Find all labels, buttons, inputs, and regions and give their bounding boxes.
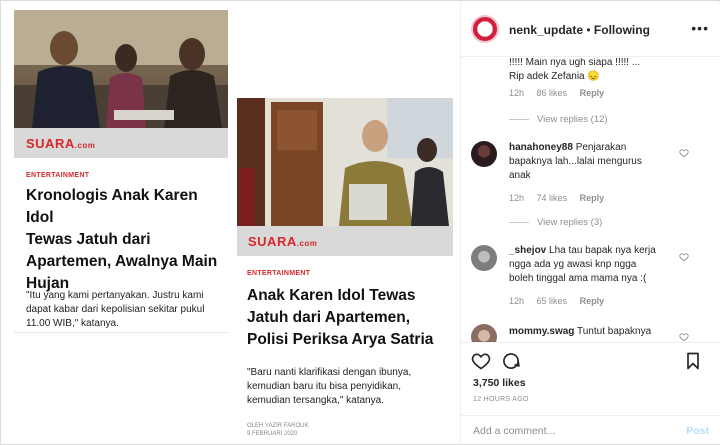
heart-icon[interactable] [679, 148, 689, 158]
commenter-username[interactable]: hanahoney88 [509, 142, 573, 153]
comment-text: hanahoney88 Penjarakan bapaknya lah...la… [509, 141, 689, 183]
comment-line: anak [509, 170, 531, 181]
comment-text: mommy.swag Tuntut bapaknya [509, 325, 689, 339]
post-image[interactable]: SUARA.com ENTERTAINMENT Kronologis Anak … [2, 2, 459, 444]
post-timestamp[interactable]: 12 HOURS AGO [473, 396, 529, 403]
likes-count[interactable]: 3,750 likes [473, 377, 526, 389]
quote-line: kemudian tersangka," katanya. [247, 395, 384, 406]
separator-dot: • [586, 23, 591, 37]
post-actions: 3,750 likes 12 HOURS AGO [461, 342, 720, 412]
comment-likes[interactable]: 86 likes [537, 88, 568, 98]
quote-line: dapat kabar dari kepolisian sekitar puku… [26, 304, 205, 315]
view-replies-button[interactable]: View replies (12) [509, 114, 608, 125]
username-link[interactable]: nenk_update [509, 23, 583, 37]
headline-line: Anak Karen Idol Tewas [247, 287, 416, 304]
article-byline: OLEH YAZIR FAROUK 9 FEBRUARI 2020 [247, 422, 308, 438]
article-divider-1 [14, 332, 228, 333]
byline-date: 9 FEBRUARI 2020 [247, 431, 298, 437]
police-station-photo [237, 98, 453, 226]
view-replies-line [509, 118, 529, 120]
view-replies-label: View replies (12) [537, 114, 608, 125]
comment-line: bapaknya lah...lalai mengurus [509, 156, 642, 167]
post-modal: SUARA.com ENTERTAINMENT Kronologis Anak … [0, 0, 720, 445]
comments-list[interactable]: !!!!! Main nya ugh siapa !!!!! ... Rip a… [461, 58, 720, 342]
comment-composer: Post [461, 415, 720, 444]
reply-button[interactable]: Reply [580, 193, 605, 203]
more-horizontal-icon[interactable]: ••• [691, 20, 709, 36]
heart-icon[interactable] [679, 332, 689, 342]
commenter-avatar[interactable] [471, 324, 497, 342]
post-sidebar: nenk_update • Following ••• !!!!! Main n… [460, 2, 720, 444]
like-heart-icon[interactable] [471, 351, 491, 371]
comment-line: ngga ada yg awasi knp ngga [509, 259, 637, 270]
view-replies-button[interactable]: View replies (3) [509, 217, 602, 228]
view-replies-label: View replies (3) [537, 217, 603, 228]
suara-logo-1: SUARA.com [26, 136, 96, 151]
view-replies-line [509, 221, 529, 223]
comment-line: Tuntut bapaknya [577, 326, 652, 337]
suara-logo-2: SUARA.com [248, 234, 318, 249]
commenter-username[interactable]: _shejov [509, 245, 546, 256]
comment-text: !!!!! Main nya ugh siapa !!!!! ... Rip a… [509, 58, 709, 84]
comment-meta: 12h 74 likes Reply [509, 193, 614, 203]
headline-line: Apartemen, Awalnya Main [26, 253, 218, 270]
following-button[interactable]: Following [594, 23, 650, 37]
profile-avatar[interactable] [471, 15, 499, 43]
comment-meta: 12h 86 likes Reply [509, 88, 614, 98]
headline-line: Polisi Periksa Arya Satria [247, 331, 434, 348]
quote-line: "Baru nanti klarifikasi dengan ibunya, [247, 367, 412, 378]
headline-line: Kronologis Anak Karen Idol [26, 187, 198, 226]
comment-line: Penjarakan [575, 142, 627, 153]
quote-line: "Itu yang kami pertanyakan. Justru kami [26, 290, 204, 301]
post-author: nenk_update • Following [509, 23, 650, 37]
post-header: nenk_update • Following ••• [461, 2, 720, 57]
comment-time[interactable]: 12h [509, 193, 524, 203]
headline-line: Jatuh dari Apartemen, [247, 309, 411, 326]
reply-button[interactable]: Reply [580, 296, 605, 306]
heart-icon[interactable] [679, 252, 689, 262]
comment-likes[interactable]: 65 likes [537, 296, 568, 306]
comment-line: !!!!! Main nya ugh siapa !!!!! ... [509, 58, 641, 68]
press-conference-photo [14, 10, 228, 128]
article-quote-1: "Itu yang kami pertanyakan. Justru kami … [26, 289, 226, 331]
byline-author: OLEH YAZIR FAROUK [247, 423, 309, 429]
comment-text: _shejov Lha tau bapak nya kerja ngga ada… [509, 244, 689, 286]
comment-line: boleh tinggal ama mama nya :( [509, 273, 647, 284]
comment-line: Rip adek Zefania 😞 [509, 71, 600, 82]
commenter-avatar[interactable] [471, 141, 497, 167]
article-quote-2: "Baru nanti klarifikasi dengan ibunya, k… [247, 366, 457, 408]
article-photo-2 [237, 98, 453, 226]
article-headline-2: Anak Karen Idol Tewas Jatuh dari Apartem… [247, 285, 457, 351]
article-category-2: ENTERTAINMENT [247, 270, 311, 277]
comment-bubble-icon[interactable] [501, 351, 521, 371]
post-comment-button[interactable]: Post [686, 425, 709, 437]
commenter-avatar[interactable] [471, 245, 497, 271]
comment-input[interactable] [473, 422, 663, 440]
comment-time[interactable]: 12h [509, 296, 524, 306]
quote-line: 11.00 WIB," katanya. [26, 318, 119, 329]
quote-line: kemudian baru itu bisa penyidikan, [247, 381, 401, 392]
comment-time[interactable]: 12h [509, 88, 524, 98]
commenter-username[interactable]: mommy.swag [509, 326, 574, 337]
comment-line: Lha tau bapak nya kerja [549, 245, 656, 256]
bookmark-icon[interactable] [683, 351, 703, 371]
article-photo-1 [14, 10, 228, 128]
article-headline-1: Kronologis Anak Karen Idol Tewas Jatuh d… [26, 185, 226, 295]
comment-likes[interactable]: 74 likes [537, 193, 568, 203]
article-category-1: ENTERTAINMENT [26, 172, 90, 179]
headline-line: Tewas Jatuh dari [26, 231, 151, 248]
comment-meta: 12h 65 likes Reply [509, 296, 614, 306]
reply-button[interactable]: Reply [580, 88, 605, 98]
